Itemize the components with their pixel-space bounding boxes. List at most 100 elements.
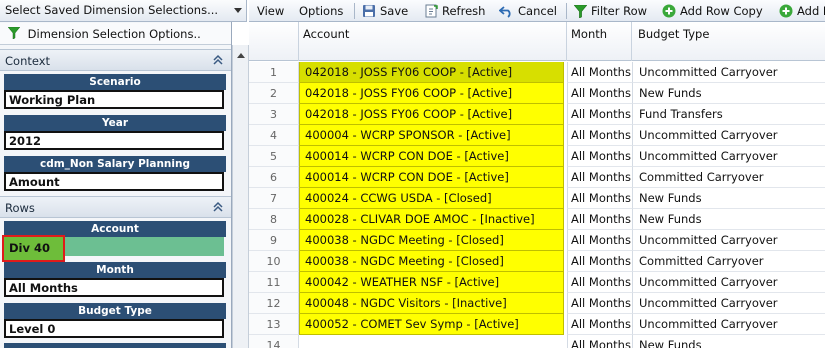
add-row-copy-button[interactable]: Add Row Copy bbox=[662, 3, 763, 19]
non-salary-planning-label: cdm_Non Salary Planning bbox=[4, 156, 226, 172]
dropdown-arrow-icon[interactable] bbox=[234, 8, 242, 13]
non-salary-planning-value[interactable]: Amount bbox=[4, 172, 224, 191]
row-number: 10 bbox=[249, 251, 299, 272]
budget-type-cell[interactable]: Uncommitted Carryover bbox=[632, 314, 825, 335]
account-cell[interactable]: 042018 - JOSS FY06 COOP - [Active] bbox=[299, 62, 564, 83]
collapse-chevron-icon[interactable] bbox=[212, 54, 224, 66]
table-row[interactable]: 2 042018 - JOSS FY06 COOP - [Active] All M… bbox=[249, 83, 825, 104]
filter-row-button[interactable]: Filter Row bbox=[574, 3, 647, 19]
table-row[interactable]: 7 400024 - CCWG USDA - [Closed] All Months… bbox=[249, 188, 825, 209]
context-section-title: Context bbox=[5, 54, 51, 68]
month-cell[interactable]: All Months bbox=[567, 251, 632, 272]
column-header-budget-type[interactable]: Budget Type bbox=[632, 22, 825, 61]
rows-section-header[interactable]: Rows bbox=[0, 196, 231, 218]
account-cell[interactable]: 400014 - WCRP CON DOE - [Active] bbox=[299, 146, 564, 167]
account-cell[interactable]: 400028 - CLIVAR DOE AMOC - [Inactive] bbox=[299, 209, 564, 230]
collapse-chevron-icon[interactable] bbox=[212, 201, 224, 213]
table-row[interactable]: 5 400014 - WCRP CON DOE - [Active] All Mon… bbox=[249, 146, 825, 167]
budget-type-cell[interactable]: Uncommitted Carryover bbox=[632, 230, 825, 251]
save-button[interactable]: Save bbox=[362, 3, 408, 19]
dimension-selection-options-button[interactable]: Dimension Selection Options.. bbox=[0, 23, 231, 45]
pane-scrollbar[interactable] bbox=[232, 45, 249, 348]
dimension-selection-options-label: Dimension Selection Options.. bbox=[27, 27, 201, 41]
toolbar-separator bbox=[566, 3, 567, 19]
budget-type-cell[interactable]: New Funds bbox=[632, 209, 825, 230]
account-cell[interactable]: 400024 - CCWG USDA - [Closed] bbox=[299, 188, 564, 209]
table-row[interactable]: 9 400038 - NGDC Meeting - [Closed] All Mon… bbox=[249, 230, 825, 251]
month-cell[interactable]: All Months bbox=[567, 167, 632, 188]
budget-type-cell[interactable]: New Funds bbox=[632, 335, 825, 348]
table-row[interactable]: 11 400042 - WEATHER NSF - [Active] All Mon… bbox=[249, 272, 825, 293]
grid-header: Account Month Budget Type bbox=[249, 22, 825, 61]
month-cell[interactable]: All Months bbox=[567, 83, 632, 104]
context-section-header[interactable]: Context bbox=[0, 49, 231, 71]
account-cell[interactable]: 400042 - WEATHER NSF - [Active] bbox=[299, 272, 564, 293]
month-cell[interactable]: All Months bbox=[567, 272, 632, 293]
row-number: 14 bbox=[249, 335, 299, 348]
account-cell[interactable]: 400038 - NGDC Meeting - [Closed] bbox=[299, 251, 564, 272]
options-menu[interactable]: Options bbox=[299, 3, 343, 19]
cancel-button[interactable]: Cancel bbox=[499, 3, 557, 19]
saved-selections-dropdown[interactable]: Select Saved Dimension Selections... bbox=[0, 0, 247, 22]
data-grid: Account Month Budget Type 1 042018 - JOSS… bbox=[249, 22, 825, 348]
month-cell[interactable]: All Months bbox=[567, 62, 632, 83]
undo-arrow-icon bbox=[499, 6, 511, 18]
budget-type-cell[interactable]: Uncommitted Carryover bbox=[632, 146, 825, 167]
budget-type-cell[interactable]: Uncommitted Carryover bbox=[632, 293, 825, 314]
month-cell[interactable]: All Months bbox=[567, 104, 632, 125]
account-cell[interactable]: 042018 - JOSS FY06 COOP - [Active] bbox=[299, 83, 564, 104]
account-cell[interactable]: 400038 - NGDC Meeting - [Closed] bbox=[299, 230, 564, 251]
account-cell[interactable]: 400052 - COMET Sev Symp - [Active] bbox=[299, 314, 564, 335]
row-number: 1 bbox=[249, 62, 299, 83]
column-header-month[interactable]: Month bbox=[567, 22, 632, 61]
table-row[interactable]: 10 400038 - NGDC Meeting - [Closed] All Mo… bbox=[249, 251, 825, 272]
scenario-value[interactable]: Working Plan bbox=[4, 90, 224, 109]
budget-type-cell[interactable]: Uncommitted Carryover bbox=[632, 125, 825, 146]
table-row[interactable]: 6 400014 - WCRP CON DOE - [Active] All Mon… bbox=[249, 167, 825, 188]
budget-type-cell[interactable]: New Funds bbox=[632, 83, 825, 104]
month-cell[interactable]: All Months bbox=[567, 314, 632, 335]
table-row[interactable]: 12 400048 - NGDC Visitors - [Inactive] All… bbox=[249, 293, 825, 314]
table-row[interactable]: 8 400028 - CLIVAR DOE AMOC - [Inactive] Al… bbox=[249, 209, 825, 230]
month-cell[interactable]: All Months bbox=[567, 125, 632, 146]
account-cell[interactable]: 400048 - NGDC Visitors - [Inactive] bbox=[299, 293, 564, 314]
table-row[interactable]: 1 042018 - JOSS FY06 COOP - [Active] All M… bbox=[249, 62, 825, 83]
add-row-button[interactable]: Add R bbox=[779, 3, 825, 19]
account-cell[interactable]: 042018 - JOSS FY06 COOP - [Active] bbox=[299, 104, 564, 125]
budget-type-cell[interactable]: Uncommitted Carryover bbox=[632, 272, 825, 293]
budget-type-cell[interactable]: Fund Transfers bbox=[632, 104, 825, 125]
account-dimension-value[interactable]: Div 40 bbox=[2, 235, 65, 262]
budget-type-cell[interactable]: Committed Carryover bbox=[632, 167, 825, 188]
budget-type-cell[interactable]: New Funds bbox=[632, 188, 825, 209]
rows-section-title: Rows bbox=[5, 201, 35, 215]
budget-type-cell[interactable]: Uncommitted Carryover bbox=[632, 62, 825, 83]
month-cell[interactable]: All Months bbox=[567, 209, 632, 230]
add-row-label: Add R bbox=[797, 4, 825, 18]
month-cell[interactable]: All Months bbox=[567, 188, 632, 209]
saved-selections-label: Select Saved Dimension Selections... bbox=[5, 3, 219, 17]
account-cell[interactable]: 400004 - WCRP SPONSOR - [Active] bbox=[299, 125, 564, 146]
table-row[interactable]: 14 All Months New Funds bbox=[249, 335, 825, 348]
month-cell[interactable]: All Months bbox=[567, 230, 632, 251]
year-value[interactable]: 2012 bbox=[4, 131, 224, 150]
account-cell[interactable]: 400014 - WCRP CON DOE - [Active] bbox=[299, 167, 564, 188]
table-row[interactable]: 4 400004 - WCRP SPONSOR - [Active] All Mon… bbox=[249, 125, 825, 146]
month-cell[interactable]: All Months bbox=[567, 293, 632, 314]
month-cell[interactable]: All Months bbox=[567, 146, 632, 167]
table-row[interactable]: 3 042018 - JOSS FY06 COOP - [Active] All M… bbox=[249, 104, 825, 125]
row-number: 12 bbox=[249, 293, 299, 314]
column-header-account[interactable]: Account bbox=[299, 22, 567, 61]
account-cell[interactable] bbox=[299, 335, 564, 348]
filter-funnel-icon bbox=[7, 26, 21, 42]
month-dimension-value[interactable]: All Months bbox=[4, 278, 224, 297]
cancel-label: Cancel bbox=[518, 4, 557, 18]
month-cell[interactable]: All Months bbox=[567, 335, 632, 348]
budget-type-dimension-value[interactable]: Level 0 bbox=[4, 319, 224, 338]
view-menu[interactable]: View bbox=[257, 3, 284, 19]
scroll-up-icon[interactable] bbox=[237, 53, 245, 58]
refresh-button[interactable]: Refresh bbox=[425, 3, 485, 19]
table-row[interactable]: 13 400052 - COMET Sev Symp - [Active] All … bbox=[249, 314, 825, 335]
budget-type-cell[interactable]: Committed Carryover bbox=[632, 251, 825, 272]
row-number: 9 bbox=[249, 230, 299, 251]
filter-row-label: Filter Row bbox=[591, 4, 648, 18]
